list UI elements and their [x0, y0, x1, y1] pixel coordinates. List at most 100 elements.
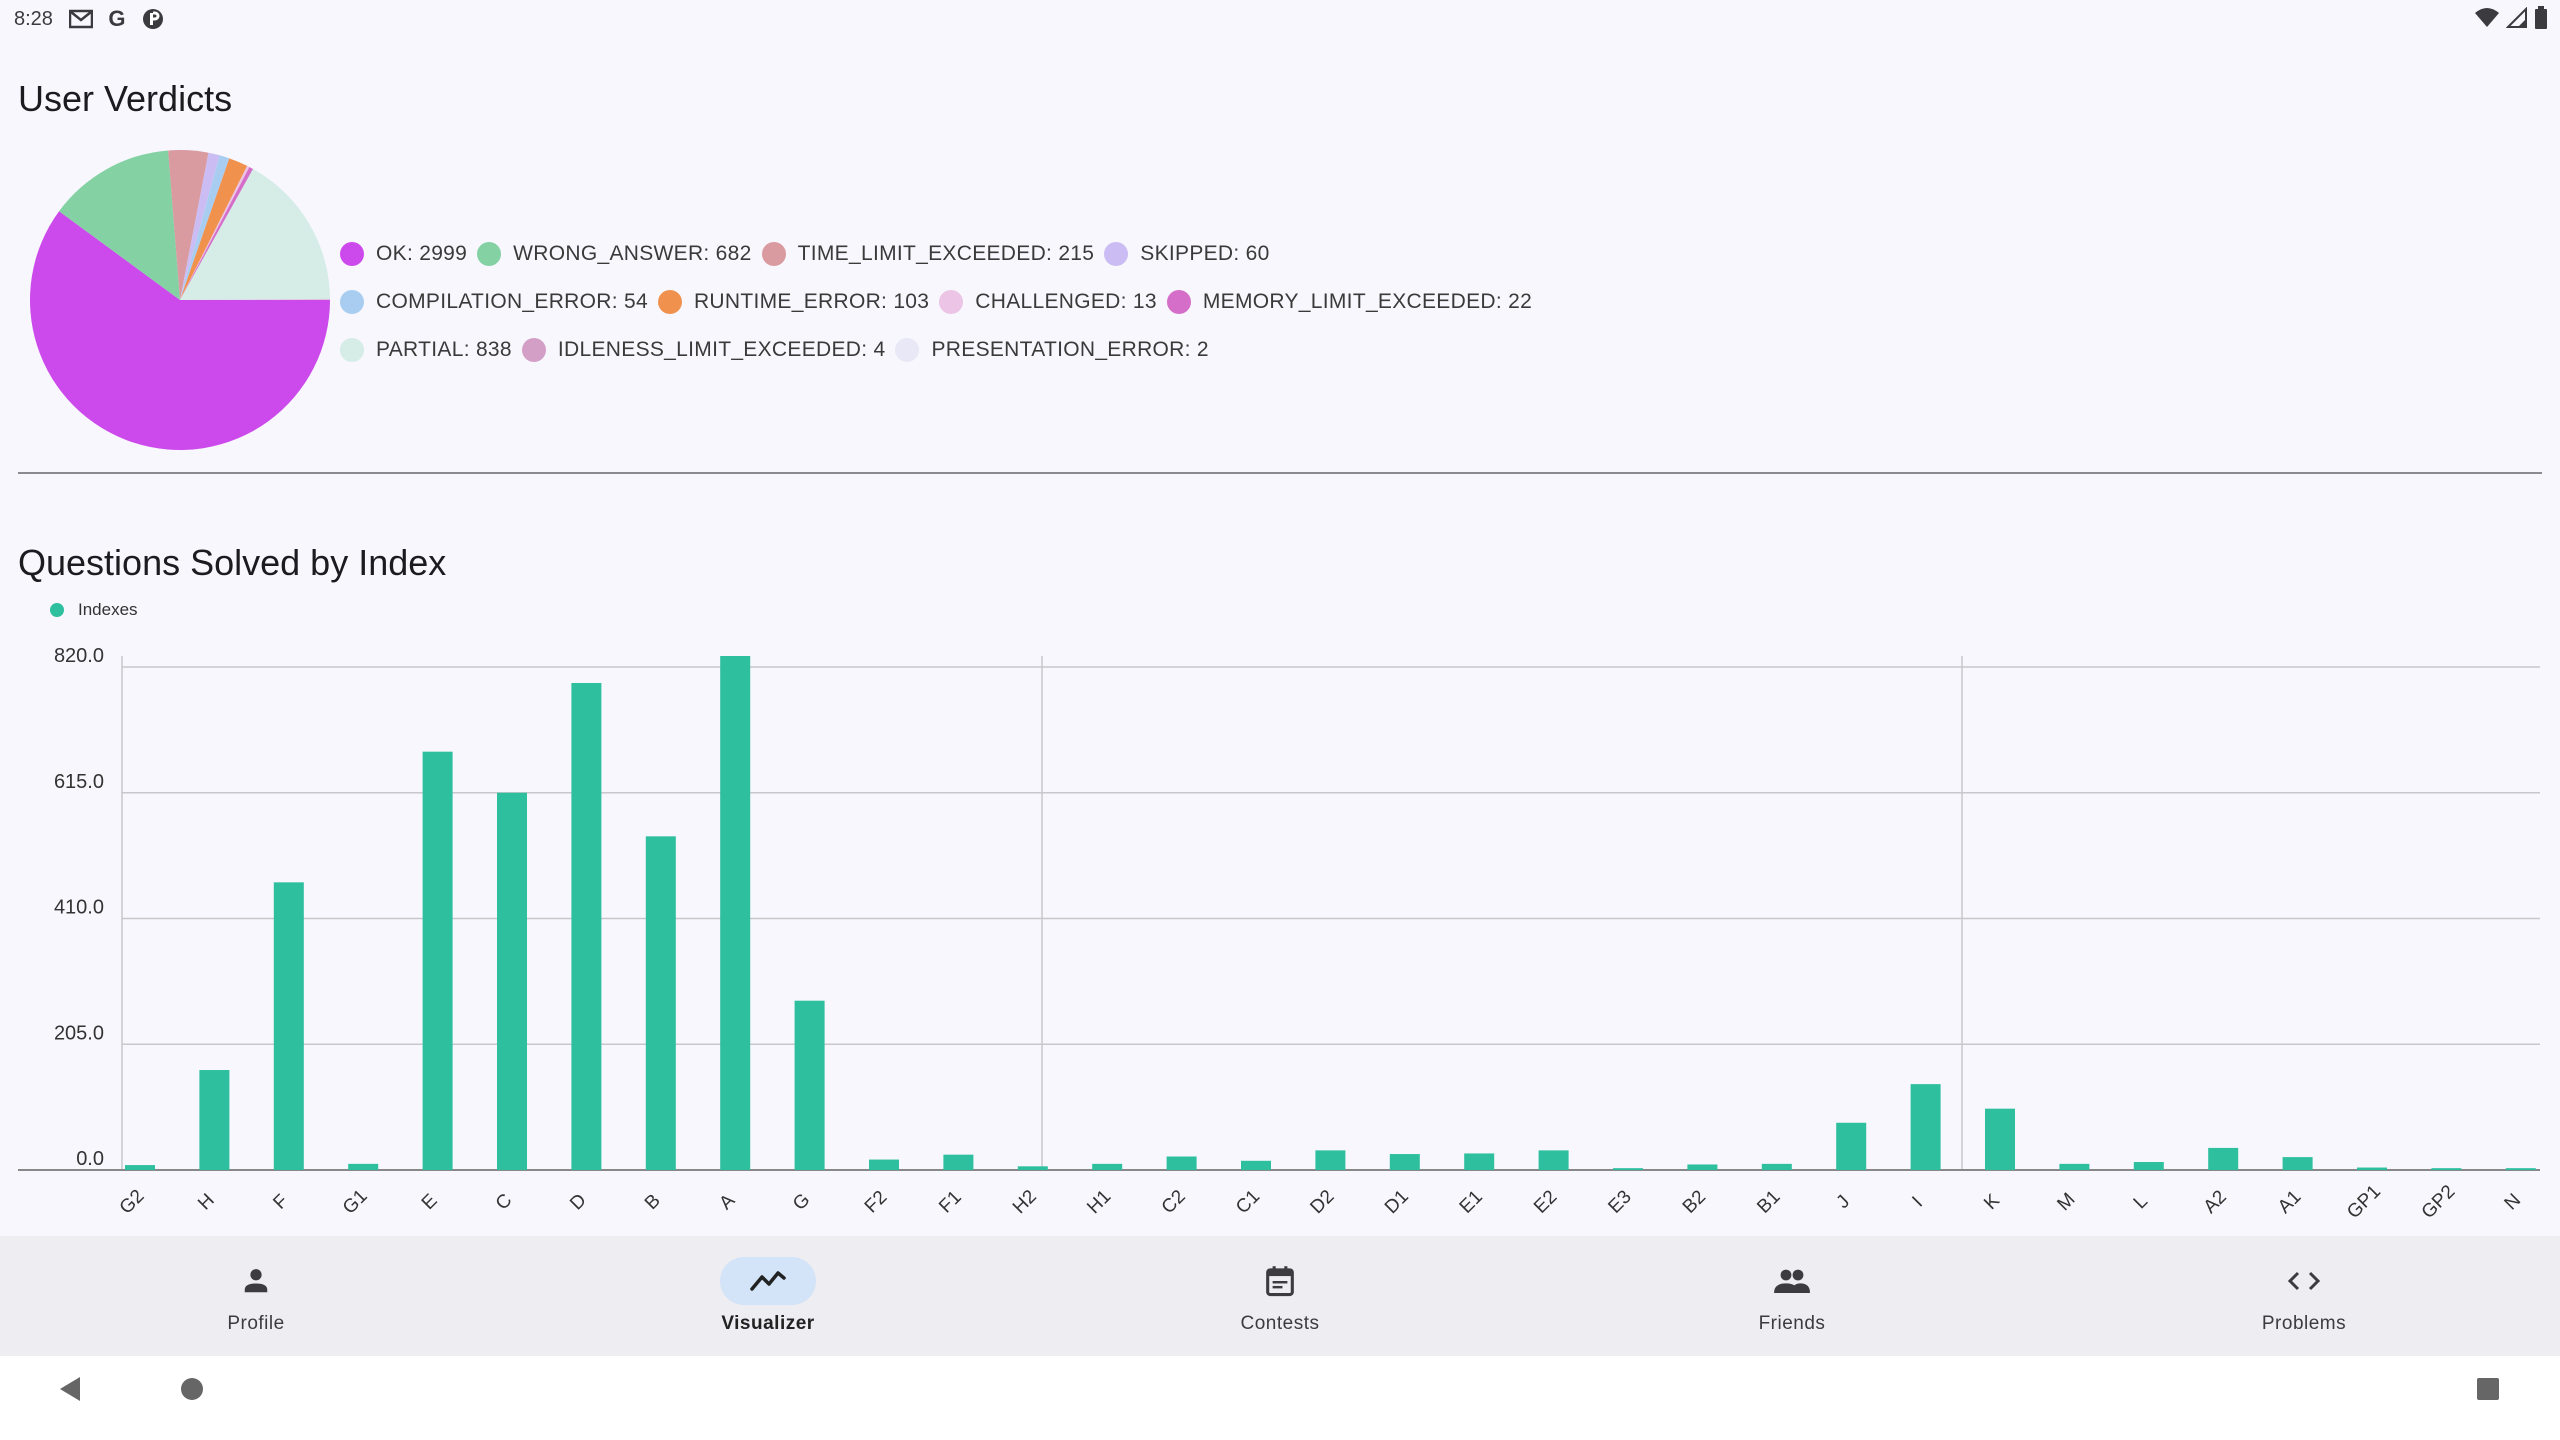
x-tick-label: H: [194, 1190, 219, 1215]
section-divider: [18, 472, 2542, 474]
bar-a2: [2208, 1147, 2239, 1170]
gmail-icon: [68, 8, 93, 30]
x-tick-label: D: [566, 1190, 591, 1215]
x-tick-label: I: [1908, 1193, 1927, 1212]
nav-label: Profile: [227, 1313, 285, 1334]
x-tick-label: GP2: [2418, 1181, 2460, 1223]
x-tick-label: D2: [1306, 1186, 1338, 1218]
signal-icon: [2505, 6, 2528, 35]
x-tick-label: F2: [861, 1187, 892, 1218]
nav-item-visualizer[interactable]: Visualizer: [512, 1236, 1024, 1356]
legend-item-challenged: CHALLENGED: 13: [939, 290, 1157, 314]
legend-dot: [340, 242, 364, 266]
nav-item-problems[interactable]: Problems: [2048, 1236, 2560, 1356]
x-tick-label: G1: [339, 1186, 372, 1219]
bottom-navigation: Profile Visualizer Contests Friends Prob…: [0, 1236, 2560, 1356]
x-tick-label: A2: [2200, 1186, 2231, 1217]
bar-gp2: [2431, 1168, 2462, 1170]
bar-e1: [1464, 1153, 1495, 1170]
legend-row: COMPILATION_ERROR: 54 RUNTIME_ERROR: 103…: [340, 278, 1740, 326]
x-tick-label: K: [1980, 1190, 2004, 1214]
legend-item-wrong-answer: WRONG_ANSWER: 682: [477, 242, 751, 266]
questions-title: Questions Solved by Index: [18, 542, 447, 583]
series-legend-dot: [50, 603, 64, 617]
nav-icon-container: [1744, 1257, 1840, 1305]
bar-series-legend: Indexes: [50, 600, 138, 620]
nav-label: Friends: [1758, 1313, 1826, 1334]
nav-item-profile[interactable]: Profile: [0, 1236, 512, 1356]
bar-c: [497, 792, 527, 1170]
legend-item-skipped: SKIPPED: 60: [1104, 242, 1269, 266]
legend-dot: [521, 338, 546, 362]
nav-item-contests[interactable]: Contests: [1024, 1236, 1536, 1356]
verdicts-title: User Verdicts: [18, 78, 233, 119]
bar-h: [199, 1070, 230, 1170]
back-icon[interactable]: [58, 1376, 82, 1402]
x-tick-label: E1: [1456, 1186, 1487, 1217]
x-tick-label: E: [418, 1190, 442, 1214]
app-icon: [141, 8, 165, 30]
x-tick-label: C1: [1232, 1186, 1264, 1218]
x-tick-label: H2: [1009, 1186, 1041, 1218]
nav-icon-container: [208, 1257, 304, 1305]
battery-icon: [2534, 6, 2548, 36]
bar-i: [1910, 1084, 1941, 1170]
bar-f1: [943, 1154, 974, 1170]
bar-d1: [1389, 1154, 1420, 1170]
y-tick-label: 410.0: [54, 897, 104, 919]
x-tick-label: C: [492, 1190, 517, 1215]
x-tick-label: B: [641, 1190, 665, 1214]
nav-label: Problems: [2261, 1313, 2347, 1334]
bar-k: [1985, 1108, 2015, 1170]
x-tick-label: J: [1833, 1191, 1855, 1213]
nav-label: Contests: [1240, 1313, 1320, 1334]
x-tick-label: N: [2501, 1190, 2526, 1215]
legend-item-runtime-error: RUNTIME_ERROR: 103: [657, 290, 929, 314]
x-tick-label: E2: [1530, 1186, 1561, 1217]
bar-a: [720, 656, 751, 1170]
legend-dot: [477, 242, 502, 266]
nav-item-friends[interactable]: Friends: [1536, 1236, 2048, 1356]
questions-bar-chart: 0.0 205.0 410.0 615.0 820.0 G2 H F G1 E C D B A G F2 F1 H…: [18, 645, 2540, 1223]
person-icon: [244, 1269, 268, 1293]
legend-row: OK: 2999 WRONG_ANSWER: 682 TIME_LIMIT_EX…: [340, 230, 1740, 278]
x-tick-label: F1: [935, 1187, 966, 1218]
bar-c1: [1241, 1160, 1271, 1170]
legend-row: PARTIAL: 838 IDLENESS_LIMIT_EXCEEDED: 4 …: [340, 326, 1740, 374]
bar-b: [645, 836, 676, 1170]
legend-item-idleness-limit-exceeded: IDLENESS_LIMIT_EXCEEDED: 4: [521, 338, 886, 362]
x-tick-label: F: [269, 1191, 292, 1214]
recents-icon[interactable]: [2476, 1376, 2500, 1402]
verdicts-legend: OK: 2999 WRONG_ANSWER: 682 TIME_LIMIT_EX…: [340, 230, 1740, 374]
bar-c2: [1166, 1156, 1197, 1170]
legend-item-memory-limit-exceeded: MEMORY_LIMIT_EXCEEDED: 22: [1166, 290, 1532, 314]
x-tick-label: H1: [1083, 1186, 1115, 1218]
x-tick-label: GP1: [2343, 1181, 2385, 1223]
bar-g2: [125, 1165, 155, 1170]
legend-dot: [761, 242, 786, 266]
x-tick-label: B2: [1679, 1186, 1710, 1217]
y-tick-label: 0.0: [76, 1148, 104, 1170]
y-tick-label: 820.0: [54, 645, 104, 667]
google-icon: G: [108, 6, 126, 31]
calendar-icon: [1266, 1266, 1294, 1297]
x-tick-label: B1: [1753, 1186, 1784, 1217]
bar-a1: [2282, 1157, 2313, 1170]
legend-item-partial: PARTIAL: 838: [340, 338, 512, 362]
x-tick-label: A1: [2274, 1186, 2305, 1217]
legend-dot: [657, 290, 682, 314]
bar-gp1: [2357, 1167, 2387, 1170]
bar-m: [2059, 1163, 2090, 1170]
x-tick-label: L: [2130, 1191, 2152, 1213]
legend-dot: [939, 290, 964, 314]
x-tick-label: D1: [1381, 1186, 1413, 1218]
x-tick-label: A: [715, 1190, 739, 1214]
bar-g: [794, 1000, 825, 1170]
status-bar: 8:28 G: [0, 0, 2560, 38]
legend-dot: [340, 338, 364, 362]
nav-label: Visualizer: [721, 1313, 815, 1334]
verdicts-pie-chart: [29, 150, 331, 451]
wifi-icon: [2474, 7, 2500, 35]
bar-g1: [348, 1163, 379, 1170]
home-icon[interactable]: [180, 1376, 204, 1402]
